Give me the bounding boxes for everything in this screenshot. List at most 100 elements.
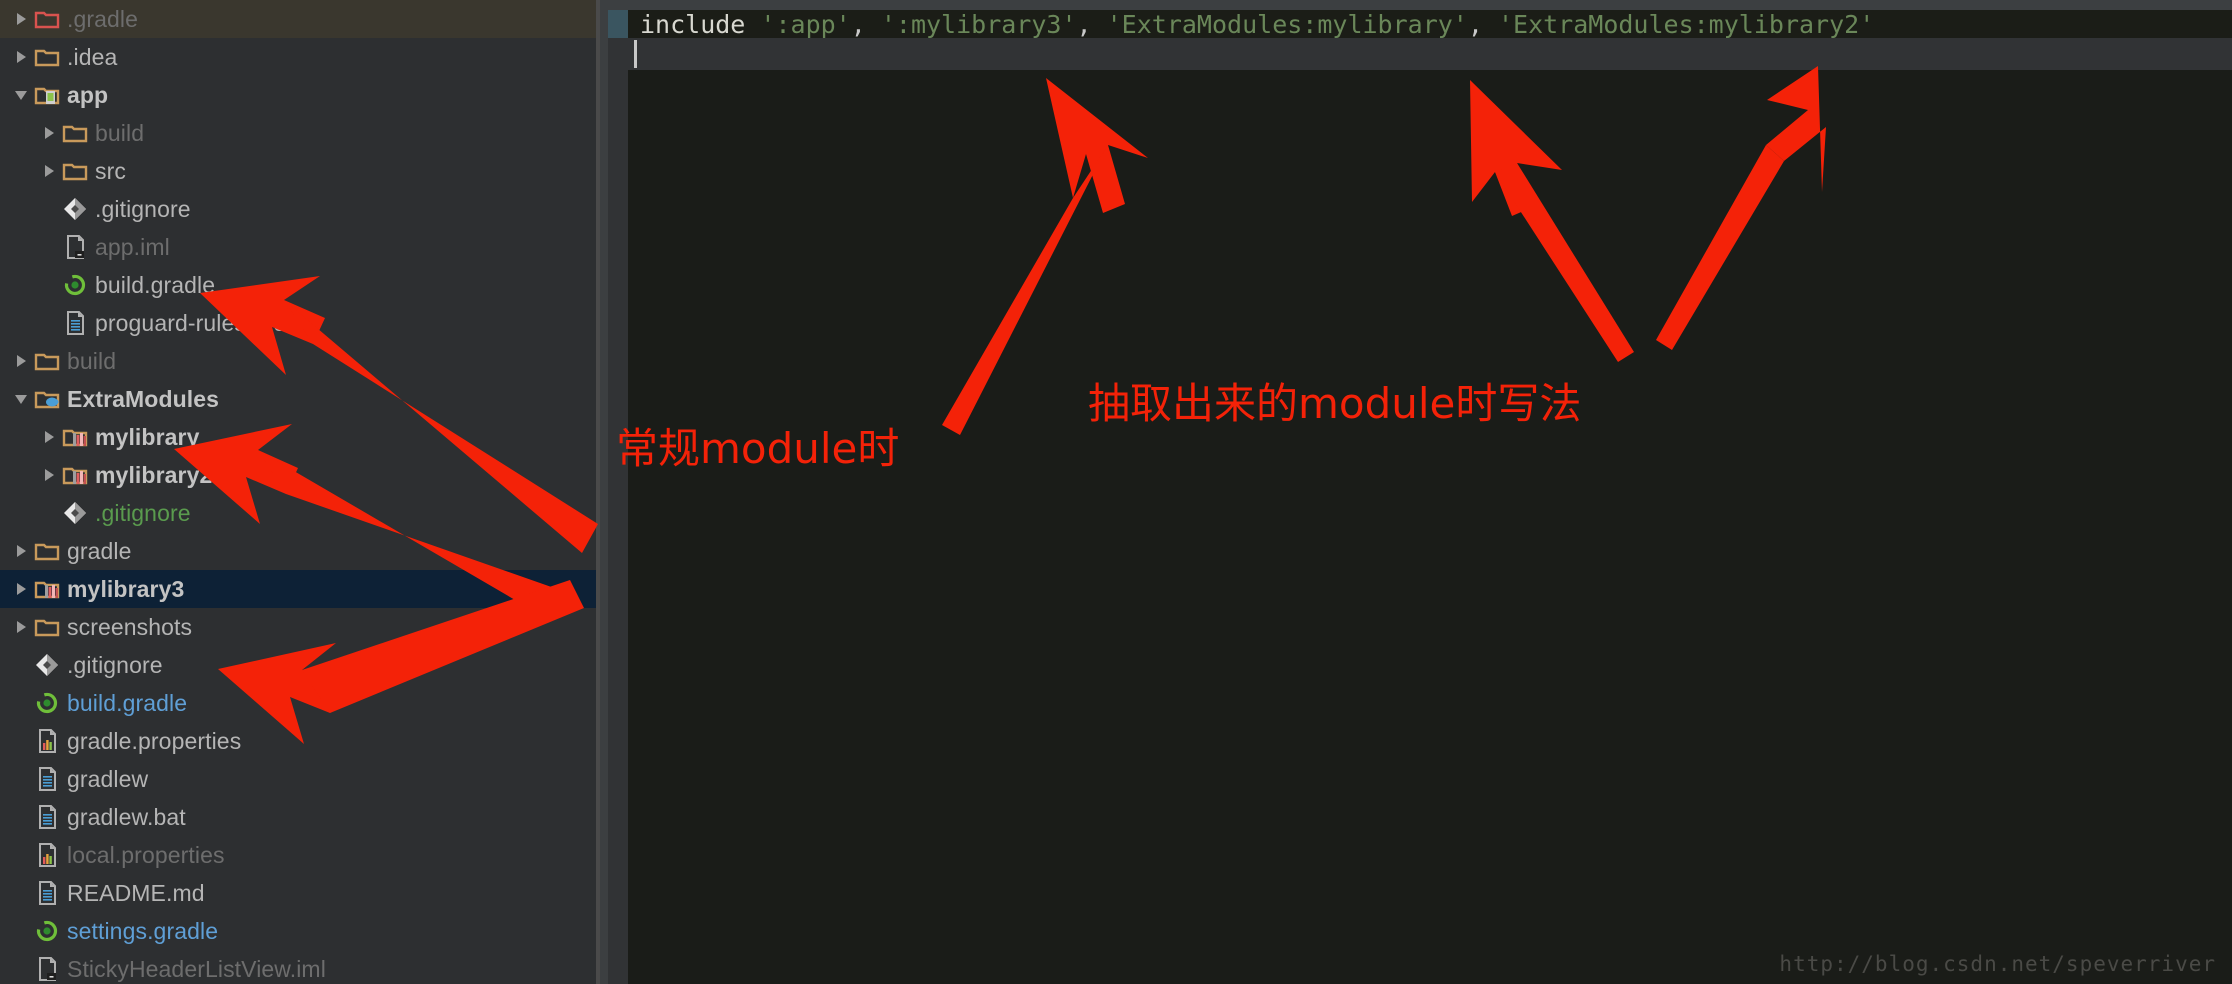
editor-gutter[interactable] — [608, 10, 628, 984]
chevron-right-icon[interactable] — [8, 543, 34, 559]
code-separator-1: , — [850, 9, 881, 39]
chevron-down-icon[interactable] — [8, 87, 34, 103]
chevron-right-icon[interactable] — [36, 467, 62, 483]
folder-java-icon — [34, 386, 60, 412]
editor-empty-line[interactable] — [628, 38, 2232, 70]
tree-item-label: .gradle — [67, 5, 139, 32]
tree-item-local-properties[interactable]: local.properties — [0, 836, 600, 874]
tree-item-label: mylibrary3 — [67, 575, 185, 602]
editor-change-marker — [608, 10, 628, 38]
folder-red-icon — [34, 6, 60, 32]
text-file-icon — [34, 804, 60, 830]
chevron-right-icon[interactable] — [8, 581, 34, 597]
editor-code-line[interactable]: include ':app', ':mylibrary3', 'ExtraMod… — [628, 9, 2232, 39]
chevron-down-icon[interactable] — [8, 391, 34, 407]
folder-module-icon — [34, 82, 60, 108]
tree-item-settings-gradle[interactable]: settings.gradle — [0, 912, 600, 950]
tree-item-build-gradle[interactable]: build.gradle — [0, 266, 600, 304]
tree-item-build[interactable]: build — [0, 342, 600, 380]
properties-file-icon — [34, 728, 60, 754]
tree-item-label: screenshots — [67, 613, 193, 640]
code-editor-panel[interactable]: include ':app', ':mylibrary3', 'ExtraMod… — [608, 0, 2232, 984]
tree-item--gitignore[interactable]: .gitignore — [0, 190, 600, 228]
tree-item-app-iml[interactable]: app.iml — [0, 228, 600, 266]
chevron-right-icon[interactable] — [8, 11, 34, 27]
tree-item-label: gradlew.bat — [67, 803, 186, 830]
code-string-extramodules-mylibrary: 'ExtraModules:mylibrary' — [1106, 9, 1468, 39]
tree-item-label: gradle — [67, 537, 132, 564]
tree-item-label: .gitignore — [95, 195, 191, 222]
tree-item-label: mylibrary — [95, 423, 200, 450]
chevron-right-icon[interactable] — [36, 163, 62, 179]
chevron-right-icon[interactable] — [36, 125, 62, 141]
properties-file-icon — [34, 842, 60, 868]
tree-item-build[interactable]: build — [0, 114, 600, 152]
text-file-icon — [34, 880, 60, 906]
gradle-icon — [34, 690, 60, 716]
tree-item-label: mylibrary2 — [95, 461, 213, 488]
code-separator-3: , — [1467, 9, 1498, 39]
code-separator-2: , — [1076, 9, 1107, 39]
tree-item-readme-md[interactable]: README.md — [0, 874, 600, 912]
chevron-right-icon[interactable] — [36, 429, 62, 445]
iml-file-icon — [34, 956, 60, 982]
tree-scroll-track[interactable] — [600, 0, 608, 984]
code-string-mylibrary3: ':mylibrary3' — [880, 9, 1077, 39]
git-icon — [62, 500, 88, 526]
tree-item-app[interactable]: app — [0, 76, 600, 114]
tree-item-label: proguard-rules.pro — [95, 309, 287, 336]
folder-library-icon — [62, 462, 88, 488]
folder-library-icon — [34, 576, 60, 602]
tree-item-mylibrary[interactable]: mylibrary — [0, 418, 600, 456]
code-string-app: ':app' — [760, 9, 851, 39]
tree-item-label: build.gradle — [67, 689, 188, 716]
tree-item-label: build — [95, 119, 145, 146]
annotation-extracted-module-label: 抽取出来的module时写法 — [1088, 379, 1582, 428]
tree-item-label: local.properties — [67, 841, 225, 868]
folder-icon — [62, 158, 88, 184]
watermark: http://blog.csdn.net/speverriver — [1779, 952, 2216, 976]
text-caret — [634, 40, 637, 68]
folder-icon — [34, 538, 60, 564]
tree-item-mylibrary2[interactable]: mylibrary2 — [0, 456, 600, 494]
tree-item-label: .gitignore — [95, 499, 191, 526]
tree-item-label: .gitignore — [67, 651, 163, 678]
project-tree-panel[interactable]: .gradle .idea app build src .gitignore app.iml… — [0, 0, 600, 984]
tree-item-label: README.md — [67, 879, 205, 906]
tree-item-label: .idea — [67, 43, 118, 70]
tree-item-stickyheaderlistview-iml[interactable]: StickyHeaderListView.iml — [0, 950, 600, 984]
annotation-normal-module-label: 常规module时 — [616, 424, 900, 473]
tree-item-label: gradlew — [67, 765, 149, 792]
tree-item-label: app — [67, 81, 109, 108]
folder-icon — [34, 348, 60, 374]
iml-file-icon — [62, 234, 88, 260]
folder-icon — [34, 614, 60, 640]
chevron-right-icon[interactable] — [8, 49, 34, 65]
tree-item-gradle[interactable]: gradle — [0, 532, 600, 570]
git-icon — [34, 652, 60, 678]
gradle-icon — [62, 272, 88, 298]
code-string-extramodules-mylibrary2: 'ExtraModules:mylibrary2' — [1497, 9, 1875, 39]
tree-item-build-gradle[interactable]: build.gradle — [0, 684, 600, 722]
editor-tab-strip — [608, 0, 2232, 10]
tree-item--gitignore[interactable]: .gitignore — [0, 494, 600, 532]
tree-item-gradlew[interactable]: gradlew — [0, 760, 600, 798]
tree-item-label: settings.gradle — [67, 917, 219, 944]
tree-item-mylibrary3[interactable]: mylibrary3 — [0, 570, 600, 608]
tree-item-label: app.iml — [95, 233, 170, 260]
chevron-right-icon[interactable] — [8, 353, 34, 369]
tree-item--gradle[interactable]: .gradle — [0, 0, 600, 38]
folder-library-icon — [62, 424, 88, 450]
tree-item-gradle-properties[interactable]: gradle.properties — [0, 722, 600, 760]
chevron-right-icon[interactable] — [8, 619, 34, 635]
tree-item--gitignore[interactable]: .gitignore — [0, 646, 600, 684]
tree-item-gradlew-bat[interactable]: gradlew.bat — [0, 798, 600, 836]
tree-item-proguard-rules-pro[interactable]: proguard-rules.pro — [0, 304, 600, 342]
tree-item-extramodules[interactable]: ExtraModules — [0, 380, 600, 418]
tree-item--idea[interactable]: .idea — [0, 38, 600, 76]
tree-item-label: StickyHeaderListView.iml — [67, 955, 326, 982]
tree-item-label: ExtraModules — [67, 385, 220, 412]
tree-item-screenshots[interactable]: screenshots — [0, 608, 600, 646]
tree-item-src[interactable]: src — [0, 152, 600, 190]
